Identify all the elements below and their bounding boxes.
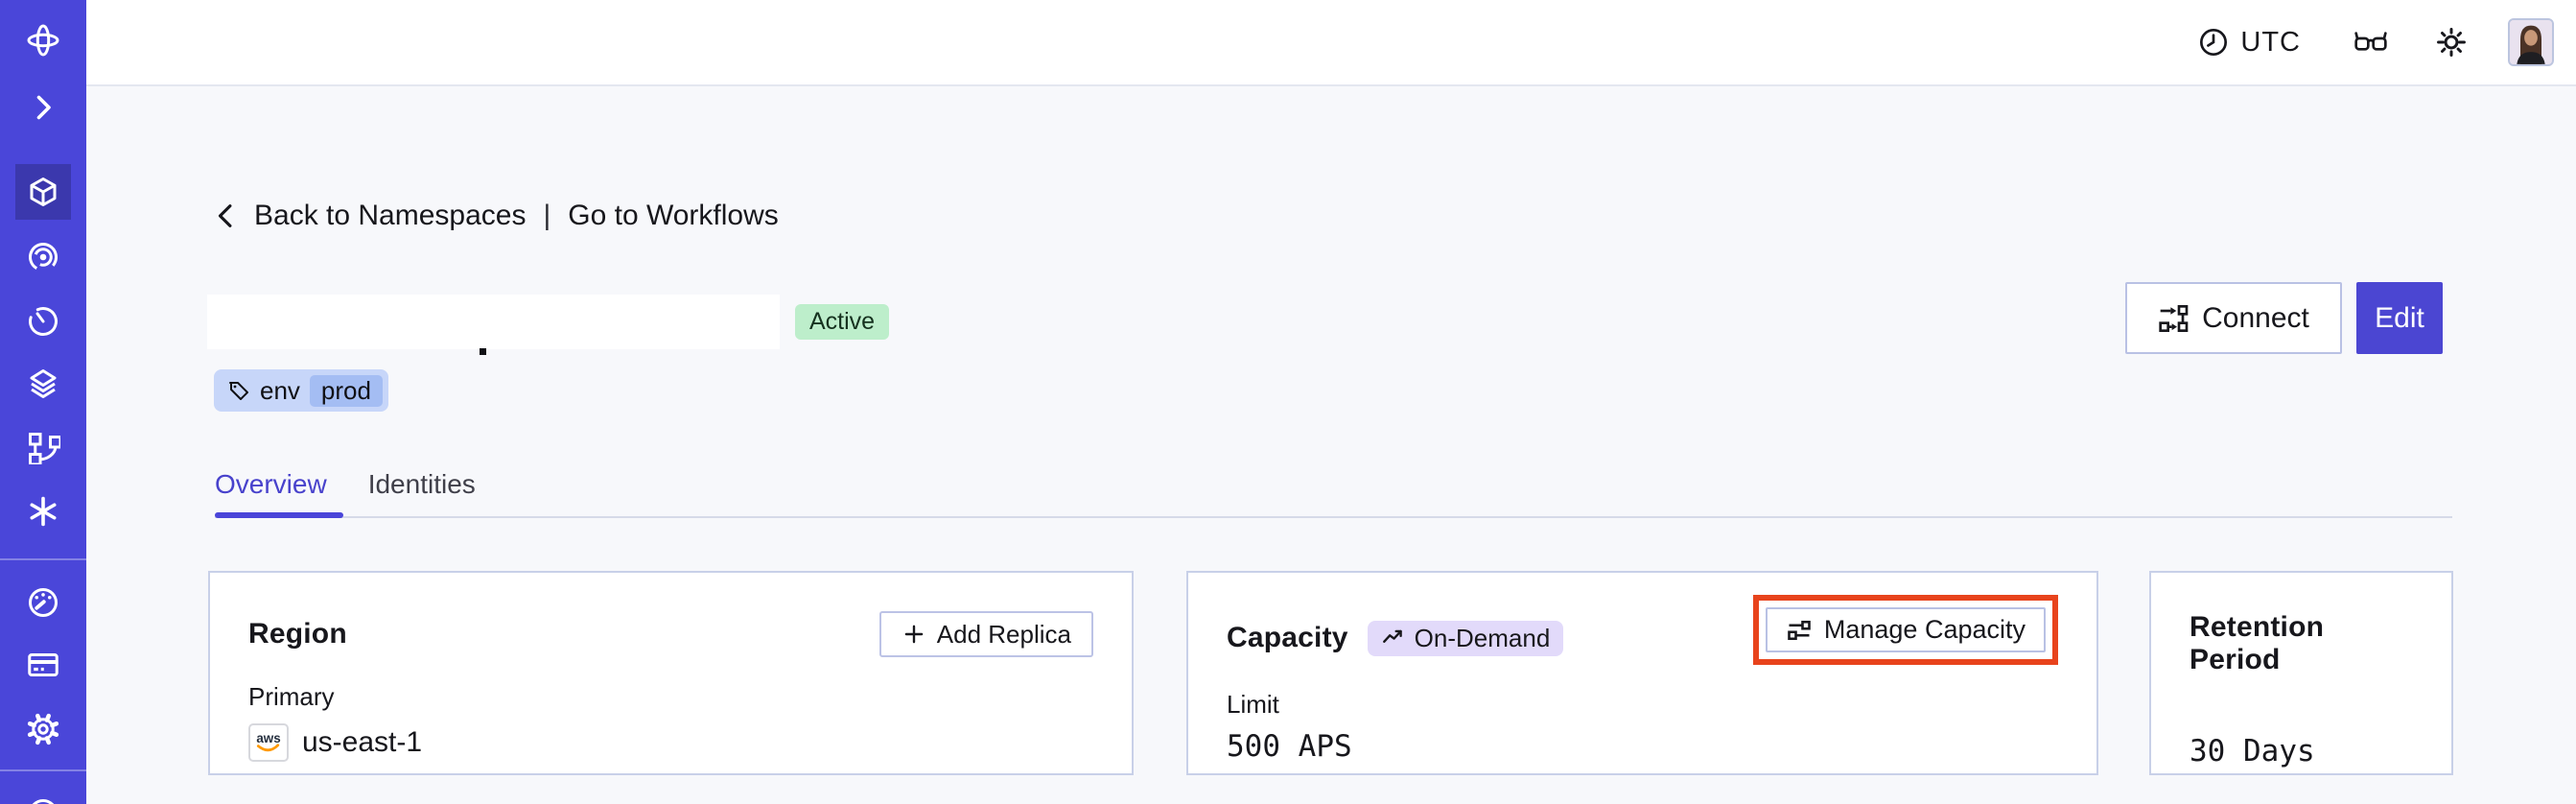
capacity-card: Capacity On-Demand Manage Capacity Limit… <box>1186 571 2098 775</box>
sidebar-divider <box>0 769 86 771</box>
retention-card: Retention Period 30 Days <box>2149 571 2453 775</box>
sidebar-divider <box>0 558 86 560</box>
app-window: UTC Back to Namespaces | Go to Workflows… <box>0 0 2576 804</box>
avatar[interactable] <box>2508 18 2554 66</box>
limit-label: Limit <box>1227 690 1279 719</box>
namespace-detail-page: Back to Namespaces | Go to Workflows Act… <box>86 86 2576 804</box>
ondemand-badge-label: On-Demand <box>1414 623 1551 652</box>
support-circle-icon[interactable] <box>26 793 60 804</box>
breadcrumb-separator: | <box>543 200 551 231</box>
manage-capacity-button[interactable]: Manage Capacity <box>1765 607 2046 652</box>
ondemand-badge: On-Demand <box>1367 620 1564 656</box>
tag-key: env <box>260 375 300 405</box>
edit-button[interactable]: Edit <box>2356 282 2443 354</box>
billing-card-icon[interactable] <box>26 648 60 682</box>
aws-provider-icon: aws <box>248 723 289 762</box>
namespace-title-dot <box>480 348 486 355</box>
sun-icon[interactable] <box>2435 26 2468 59</box>
deployments-layers-icon[interactable] <box>26 367 60 401</box>
sliders-icon <box>1786 617 1813 644</box>
header-actions: Connect Edit <box>2125 282 2443 354</box>
tag-icon <box>227 379 250 402</box>
breadcrumb: Back to Namespaces | Go to Workflows <box>214 200 779 232</box>
active-tab-underline <box>215 512 343 518</box>
namespace-title-redacted <box>207 295 780 349</box>
tab-overview[interactable]: Overview <box>215 469 327 500</box>
retention-value: 30 Days <box>2190 734 2315 769</box>
settings-gear-icon[interactable] <box>26 712 60 746</box>
back-to-namespaces-link[interactable]: Back to Namespaces <box>254 200 526 232</box>
region-value: us-east-1 <box>302 726 423 758</box>
tag-value: prod <box>309 374 383 407</box>
tab-bar: Overview Identities <box>215 469 476 500</box>
primary-label: Primary <box>248 682 335 711</box>
temporal-logo-icon <box>26 23 60 58</box>
region-card: Region Add Replica Primary aws us-east-1 <box>208 571 1134 775</box>
manage-capacity-label: Manage Capacity <box>1823 615 2026 644</box>
schedules-clock-icon[interactable] <box>26 304 60 339</box>
region-card-title: Region <box>248 618 347 650</box>
connect-icon <box>2158 303 2189 334</box>
namespaces-cube-icon[interactable] <box>26 175 60 209</box>
capacity-card-title: Capacity <box>1227 622 1348 653</box>
timezone-selector[interactable]: UTC <box>2198 27 2301 59</box>
go-to-workflows-link[interactable]: Go to Workflows <box>568 200 779 232</box>
aws-text: aws <box>256 731 280 745</box>
usage-gauge-icon[interactable] <box>26 585 60 620</box>
connect-button-label: Connect <box>2202 301 2309 334</box>
tab-divider-line <box>215 516 2452 518</box>
status-badge: Active <box>795 304 890 340</box>
back-chevron-icon[interactable] <box>214 201 239 231</box>
plus-icon <box>902 622 926 647</box>
sidebar-nav <box>0 0 86 804</box>
add-replica-button[interactable]: Add Replica <box>878 611 1093 657</box>
expand-chevron-icon[interactable] <box>26 90 60 125</box>
clock-icon <box>2198 27 2229 58</box>
add-replica-label: Add Replica <box>936 619 1071 649</box>
retention-card-title: Retention Period <box>2190 611 2325 675</box>
batch-branch-icon[interactable] <box>26 430 60 464</box>
annotation-highlight-box: Manage Capacity <box>1752 595 2058 665</box>
nexus-asterisk-icon[interactable] <box>26 494 60 529</box>
topbar: UTC <box>86 0 2576 86</box>
timezone-label: UTC <box>2240 26 2301 58</box>
tab-identities[interactable]: Identities <box>368 469 476 500</box>
connect-button[interactable]: Connect <box>2125 282 2342 354</box>
env-tag[interactable]: env prod <box>214 369 388 412</box>
limit-value: 500 APS <box>1227 729 1352 764</box>
trending-up-icon <box>1381 626 1406 650</box>
workflows-spiral-icon[interactable] <box>26 240 60 274</box>
glasses-icon[interactable] <box>2353 27 2389 58</box>
